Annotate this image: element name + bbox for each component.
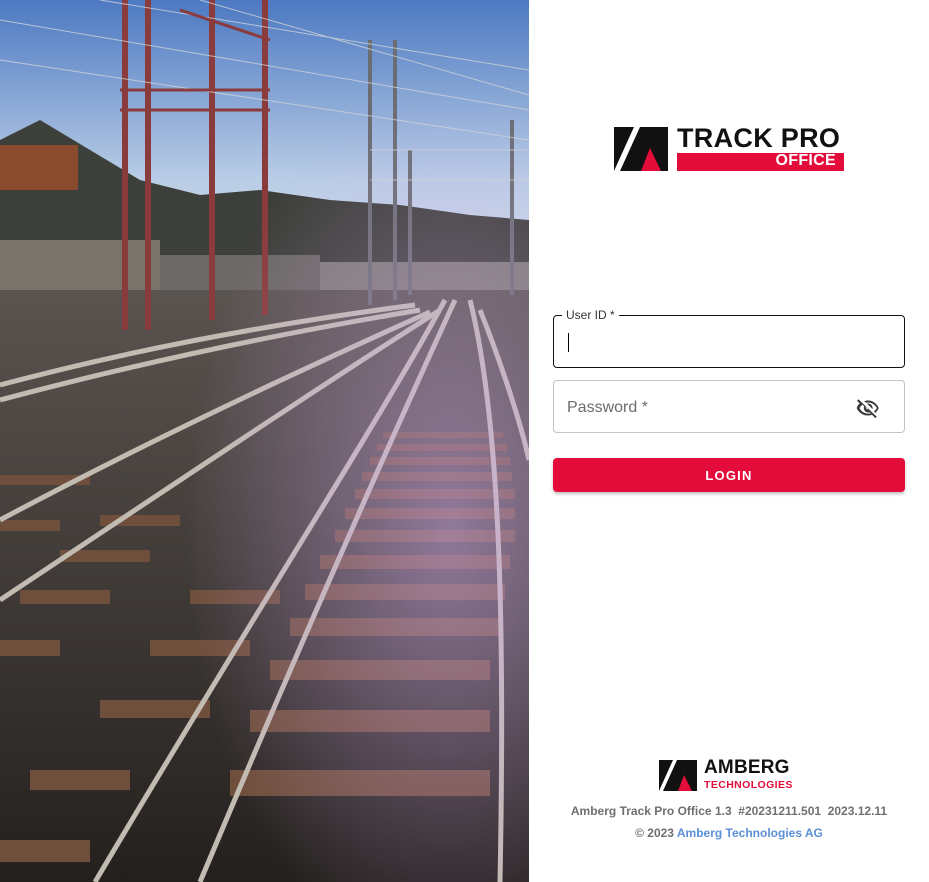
amberg-a-logo-icon	[614, 127, 668, 171]
amberg-name: AMBERG	[704, 757, 790, 778]
amberg-technologies-sub: TECHNOLOGIES	[704, 779, 793, 791]
user-id-label: User ID *	[562, 308, 619, 322]
brand-office: OFFICE	[775, 152, 836, 169]
amberg-a-small-logo-icon	[659, 760, 697, 791]
brand-office-bar: OFFICE	[677, 152, 844, 171]
password-field[interactable]: Password *	[553, 380, 905, 433]
company-link[interactable]: Amberg Technologies AG	[677, 826, 823, 840]
login-button[interactable]: LOGIN	[553, 458, 905, 492]
version-info: Amberg Track Pro Office 1.3 #20231211.50…	[570, 804, 888, 818]
brand-track-pro: TRACK PRO	[677, 123, 841, 153]
login-panel: TRACK PRO OFFICE User ID * Password * LO…	[529, 0, 929, 882]
password-placeholder: Password *	[567, 399, 648, 416]
copyright-line: © 2023 Amberg Technologies AG	[529, 826, 929, 840]
user-id-input[interactable]	[567, 332, 847, 354]
amberg-technologies-logo: AMBERG TECHNOLOGIES	[659, 757, 801, 794]
copyright-prefix: © 2023	[635, 826, 674, 840]
text-caret	[568, 333, 569, 352]
track-pro-office-logo: TRACK PRO OFFICE	[614, 123, 846, 173]
hero-image	[0, 0, 529, 882]
user-id-field[interactable]: User ID *	[553, 308, 905, 368]
eye-off-icon[interactable]	[856, 396, 880, 420]
